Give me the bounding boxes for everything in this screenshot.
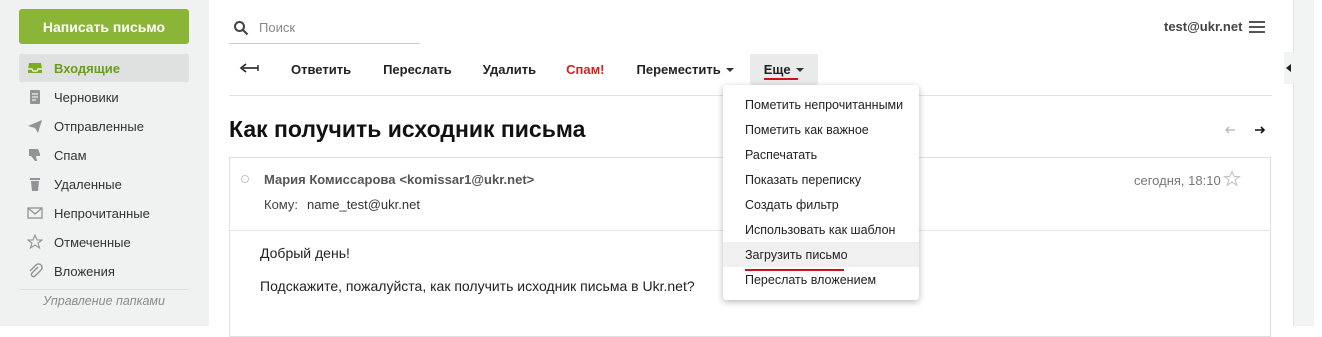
message-toolbar: Ответить Переслать Удалить Спам! Перемес… bbox=[229, 54, 818, 85]
sender-email: <komissar1@ukr.net> bbox=[399, 172, 535, 187]
sidebar-item-deleted[interactable]: Удаленные bbox=[19, 170, 189, 198]
menu-item-show-thread[interactable]: Показать переписку bbox=[723, 167, 919, 192]
sidebar-item-label: Черновики bbox=[54, 89, 119, 105]
highlight-underline bbox=[763, 78, 798, 80]
search-input[interactable] bbox=[257, 19, 411, 36]
move-button[interactable]: Переместить bbox=[637, 54, 734, 85]
mark-unread-toggle[interactable] bbox=[241, 175, 249, 183]
divider bbox=[19, 289, 189, 290]
compose-button[interactable]: Написать письмо bbox=[19, 9, 189, 44]
search-bar bbox=[229, 12, 420, 44]
previous-message-arrow-icon[interactable] bbox=[1223, 124, 1237, 136]
sidebar-item-sent[interactable]: Отправленные bbox=[19, 112, 189, 140]
menu-item-print[interactable]: Распечатать bbox=[723, 142, 919, 167]
sidebar: Написать письмо Входящие Черновики Отпра… bbox=[0, 0, 209, 326]
move-button-label: Переместить bbox=[636, 62, 721, 77]
menu-item-download-message[interactable]: Загрузить письмо bbox=[723, 242, 919, 267]
chevron-down-icon bbox=[795, 67, 804, 72]
sidebar-item-attachments[interactable]: Вложения bbox=[19, 257, 189, 285]
sidebar-item-label: Вложения bbox=[54, 263, 115, 279]
panel-toggle-arrow-icon[interactable] bbox=[1284, 52, 1294, 84]
sidebar-item-label: Отправленные bbox=[54, 118, 144, 134]
sent-icon bbox=[27, 118, 43, 134]
sender-name: Мария Комиссарова bbox=[264, 172, 396, 187]
trash-icon bbox=[27, 176, 43, 192]
menu-item-mark-important[interactable]: Пометить как важное bbox=[723, 117, 919, 142]
star-icon bbox=[27, 234, 43, 250]
sidebar-item-spam[interactable]: Спам bbox=[19, 141, 189, 169]
chevron-down-icon bbox=[725, 67, 734, 72]
sender[interactable]: Мария Комиссарова <komissar1@ukr.net> bbox=[264, 172, 534, 187]
sidebar-item-starred[interactable]: Отмеченные bbox=[19, 228, 189, 256]
spam-icon bbox=[27, 147, 43, 163]
back-arrow-icon bbox=[239, 62, 259, 77]
reply-button[interactable]: Ответить bbox=[291, 54, 351, 85]
envelope-icon bbox=[27, 205, 43, 221]
folder-list: Входящие Черновики Отправленные Спам Уда… bbox=[19, 54, 189, 286]
to-label: Кому: bbox=[264, 197, 298, 212]
hamburger-menu-icon[interactable] bbox=[1249, 20, 1265, 34]
drafts-icon bbox=[27, 89, 43, 105]
sidebar-item-label: Непрочитанные bbox=[54, 205, 150, 221]
message-date: сегодня, 18:10 bbox=[1134, 173, 1221, 188]
back-button[interactable] bbox=[229, 54, 269, 85]
recipient-address[interactable]: name_test@ukr.net bbox=[307, 197, 420, 212]
more-button-label: Еще bbox=[763, 62, 791, 77]
spam-button[interactable]: Спам! bbox=[566, 54, 604, 85]
recipient-line: Кому: name_test@ukr.net bbox=[264, 197, 420, 212]
more-button[interactable]: Еще bbox=[749, 54, 818, 85]
sidebar-item-unread[interactable]: Непрочитанные bbox=[19, 199, 189, 227]
manage-folders-link[interactable]: Управление папками bbox=[19, 294, 189, 308]
paperclip-icon bbox=[27, 263, 43, 279]
search-icon bbox=[233, 20, 249, 36]
highlight-underline bbox=[745, 269, 844, 271]
next-message-arrow-icon[interactable] bbox=[1253, 124, 1267, 136]
message-subject: Как получить исходник письма bbox=[229, 116, 586, 142]
sidebar-item-inbox[interactable]: Входящие bbox=[19, 54, 189, 82]
menu-item-mark-unread[interactable]: Пометить непрочитанными bbox=[723, 92, 919, 117]
menu-item-use-as-template[interactable]: Использовать как шаблон bbox=[723, 217, 919, 242]
menu-item-create-filter[interactable]: Создать фильтр bbox=[723, 192, 919, 217]
sidebar-item-label: Отмеченные bbox=[54, 234, 131, 250]
message-body-line: Добрый день! bbox=[260, 245, 350, 261]
more-actions-menu: Пометить непрочитанными Пометить как важ… bbox=[723, 85, 919, 300]
sidebar-item-label: Удаленные bbox=[54, 176, 122, 192]
account-email[interactable]: test@ukr.net bbox=[1164, 19, 1242, 34]
star-icon[interactable] bbox=[1222, 170, 1242, 188]
right-panel-edge bbox=[1284, 0, 1322, 326]
sidebar-item-label: Входящие bbox=[54, 60, 120, 76]
inbox-icon bbox=[27, 60, 43, 76]
sidebar-item-drafts[interactable]: Черновики bbox=[19, 83, 189, 111]
message-body-line: Подскажите, пожалуйста, как получить исх… bbox=[260, 278, 695, 294]
delete-button[interactable]: Удалить bbox=[483, 54, 536, 85]
forward-button[interactable]: Переслать bbox=[383, 54, 452, 85]
sidebar-item-label: Спам bbox=[54, 147, 87, 163]
